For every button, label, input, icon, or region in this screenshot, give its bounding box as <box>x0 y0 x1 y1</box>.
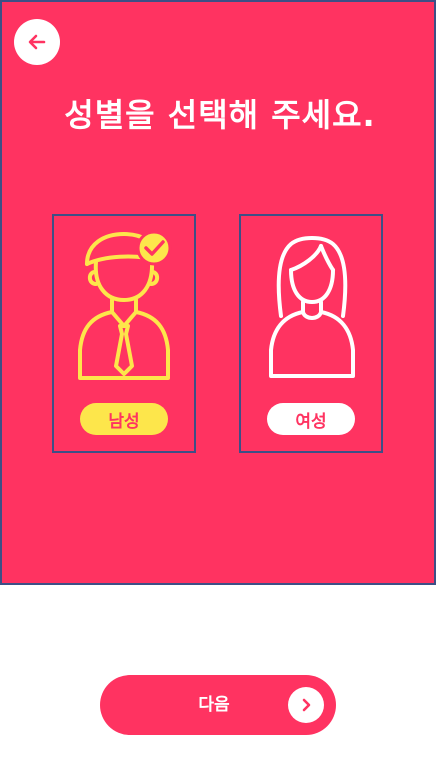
option-male-label: 남성 <box>80 403 168 435</box>
option-female[interactable]: 여성 <box>239 214 383 453</box>
option-male[interactable]: 남성 <box>52 214 196 453</box>
page-title: 성별을 선택해 주세요. <box>64 96 376 134</box>
back-button[interactable] <box>14 19 60 65</box>
male-person-icon <box>78 230 172 380</box>
option-female-label: 여성 <box>267 403 355 435</box>
chevron-right-icon <box>288 687 324 723</box>
gender-selection-panel: 성별을 선택해 주세요. 남성 여성 <box>0 0 436 585</box>
female-person-icon <box>269 236 355 378</box>
gender-select-screen: 성별을 선택해 주세요. 남성 여성 다음 <box>0 0 440 776</box>
next-button[interactable]: 다음 <box>100 675 336 735</box>
arrow-left-icon <box>28 34 46 50</box>
